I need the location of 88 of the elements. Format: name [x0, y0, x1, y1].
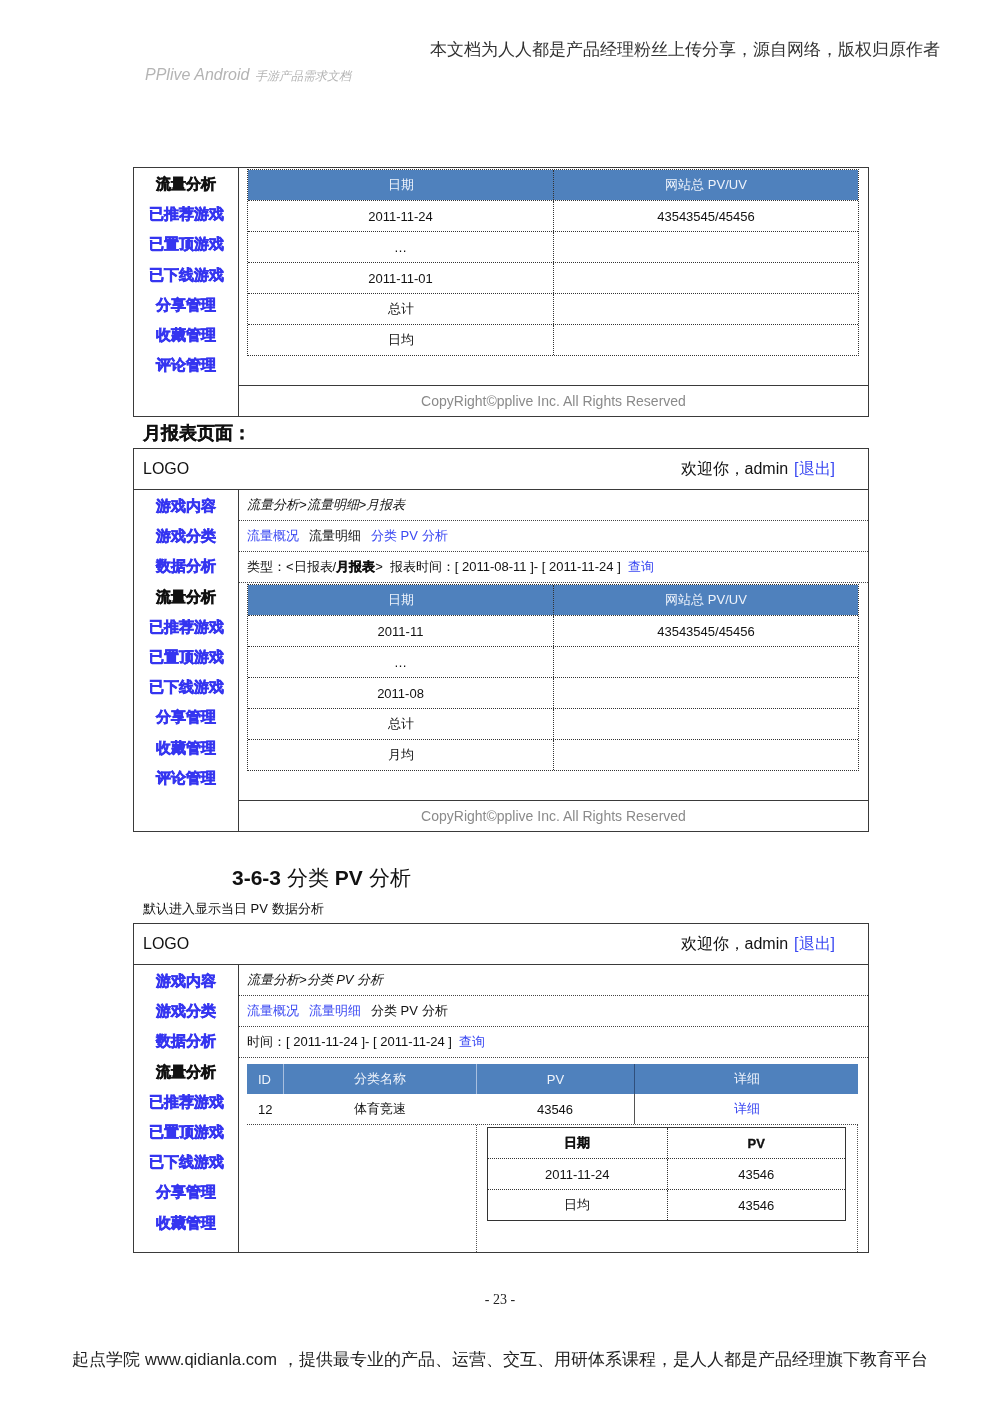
document-title: 手游产品需求文档 [255, 68, 352, 85]
sidebar-item[interactable]: 已推荐游戏 [148, 199, 224, 230]
section-description: 默认进入显示当日 PV 数据分析 [143, 900, 324, 918]
tab[interactable]: 流量概况 [247, 527, 299, 545]
table-cell-text: 日均 [386, 331, 415, 349]
copyright-text: CopyRight©pplive Inc. All Rights Reserved [421, 808, 686, 824]
logo-text: LOGO [143, 935, 191, 953]
sidebar-item[interactable]: 已下线游戏 [148, 259, 224, 290]
sidebar-item[interactable]: 已置顶游戏 [148, 642, 224, 673]
sidebar-item[interactable]: 收藏管理 [156, 732, 216, 763]
table-header-cell: ID [247, 1064, 283, 1094]
section-heading: 月报表页面： [143, 423, 251, 443]
table-cell-text: 2011-11-24 [367, 207, 434, 226]
table-cell-text: 2011-11-24 [543, 1165, 611, 1184]
sidebar-item[interactable]: 游戏分类 [156, 996, 216, 1027]
sidebar-item[interactable]: 已推荐游戏 [148, 611, 224, 642]
table-header-cell: PV [666, 1128, 845, 1158]
table-cell: 43543545/45456 [553, 201, 858, 231]
sidebar-item[interactable]: 已置顶游戏 [148, 229, 224, 260]
product-name: PPlive Android [145, 65, 250, 85]
logout-link[interactable]: [退出] [794, 458, 835, 480]
tab[interactable]: 流量明细 [309, 1002, 361, 1020]
table-cell-text: 2011-08 [376, 684, 425, 703]
sidebar-item[interactable]: 评论管理 [156, 350, 216, 381]
table-cell-text: 日均 [563, 1196, 592, 1214]
table-cell-text: 2011-11-01 [367, 269, 434, 288]
sidebar-item[interactable]: 游戏分类 [156, 521, 216, 552]
report-type-switch[interactable]: <日报表/月报表> [286, 559, 383, 574]
footer-text: 起点学院 www.qidianla.com ，提供最专业的产品、运营、交互、用研体系课程，是人人都是产品经理旗下教育平台 [72, 1349, 928, 1369]
sidebar-item[interactable]: 游戏内容 [156, 491, 216, 522]
tab[interactable]: 流量明细 [309, 527, 361, 545]
table-cell-text: 总计 [386, 300, 415, 318]
sidebar-item[interactable]: 分享管理 [156, 702, 216, 733]
table-cell-text: … [393, 238, 408, 257]
breadcrumb: 流量分析>分类 PV 分析 [247, 971, 384, 989]
table-header-cell: 日期 [248, 170, 553, 200]
table-header-cell: 网站总 PV/UV [553, 170, 858, 200]
logout-link[interactable]: [退出] [794, 933, 835, 955]
table-cell: 43546 [666, 1190, 845, 1220]
sidebar-item[interactable]: 评论管理 [156, 762, 216, 794]
sidebar-item[interactable]: 收藏管理 [156, 320, 216, 351]
sidebar-item[interactable]: 数据分析 [156, 1026, 216, 1057]
table-header-cell: 网站总 PV/UV [553, 585, 858, 615]
sidebar-item[interactable]: 流量分析 [156, 581, 216, 612]
sidebar-item[interactable]: 已推荐游戏 [148, 1086, 224, 1117]
greeting-text: 欢迎你，admin [680, 458, 789, 479]
date-range-text: 时间：[ 2011-11-24 ]- [ 2011-11-24 ] [247, 1033, 452, 1051]
sidebar-item[interactable]: 流量分析 [156, 169, 216, 200]
table-cell-text: … [393, 653, 408, 672]
sidebar-item[interactable]: 流量分析 [156, 1056, 216, 1087]
sidebar-item[interactable]: 数据分析 [156, 551, 216, 582]
tab[interactable]: 分类 PV 分析 [371, 527, 448, 545]
sidebar-item[interactable]: 已置顶游戏 [148, 1117, 224, 1148]
document-notice: 本文档为人人都是产品经理粉丝上传分享，源自网络，版权归原作者 [430, 40, 940, 59]
table-cell-text: 总计 [386, 715, 415, 733]
report-type-label: 类型： [247, 559, 286, 574]
table-header-cell: PV [476, 1064, 634, 1094]
report-type-option[interactable]: 日报表 [293, 559, 333, 574]
sidebar-item[interactable]: 分享管理 [156, 289, 216, 320]
table-cell: 43546 [666, 1159, 845, 1189]
logo-text: LOGO [143, 460, 191, 478]
table-header-cell: 日期 [248, 585, 553, 615]
greeting-text: 欢迎你，admin [680, 933, 789, 954]
table-header-cell-text: 日期 [563, 1134, 592, 1152]
copyright-text: CopyRight©pplive Inc. All Rights Reserved [421, 393, 686, 409]
detail-link[interactable]: 详细 [733, 1100, 760, 1118]
breadcrumb: 流量分析>流量明细>月报表 [247, 496, 406, 514]
section-heading: 3-6-3 分类 PV 分析 [232, 865, 411, 891]
table-header-cell: 分类名称 [283, 1064, 476, 1094]
query-link[interactable]: 查询 [459, 1033, 485, 1051]
sidebar-item[interactable]: 分享管理 [156, 1177, 216, 1208]
report-type-option[interactable]: 月报表 [336, 559, 376, 574]
table-cell-text: 2011-11 [376, 622, 425, 641]
date-range-text: 报表时间：[ 2011-08-11 ]- [ 2011-11-24 ] [389, 558, 621, 576]
table-cell-text: 12 [257, 1100, 274, 1119]
tab[interactable]: 分类 PV 分析 [371, 1002, 448, 1020]
sidebar-item[interactable]: 已下线游戏 [148, 1147, 224, 1178]
page-number: - 23 - [484, 1291, 516, 1309]
table-cell: 43543545/45456 [553, 616, 858, 646]
table-cell-text: 月均 [386, 746, 415, 764]
tab[interactable]: 流量概况 [247, 1002, 299, 1020]
table-cell-text: 43546 [535, 1100, 575, 1119]
query-link[interactable]: 查询 [627, 558, 654, 576]
table-header-cell: 详细 [634, 1064, 858, 1094]
sidebar-item[interactable]: 收藏管理 [156, 1207, 216, 1238]
table-cell-text: 体育竞速 [352, 1100, 407, 1118]
sidebar-item[interactable]: 游戏内容 [156, 966, 216, 997]
sidebar-item[interactable]: 已下线游戏 [148, 672, 224, 703]
